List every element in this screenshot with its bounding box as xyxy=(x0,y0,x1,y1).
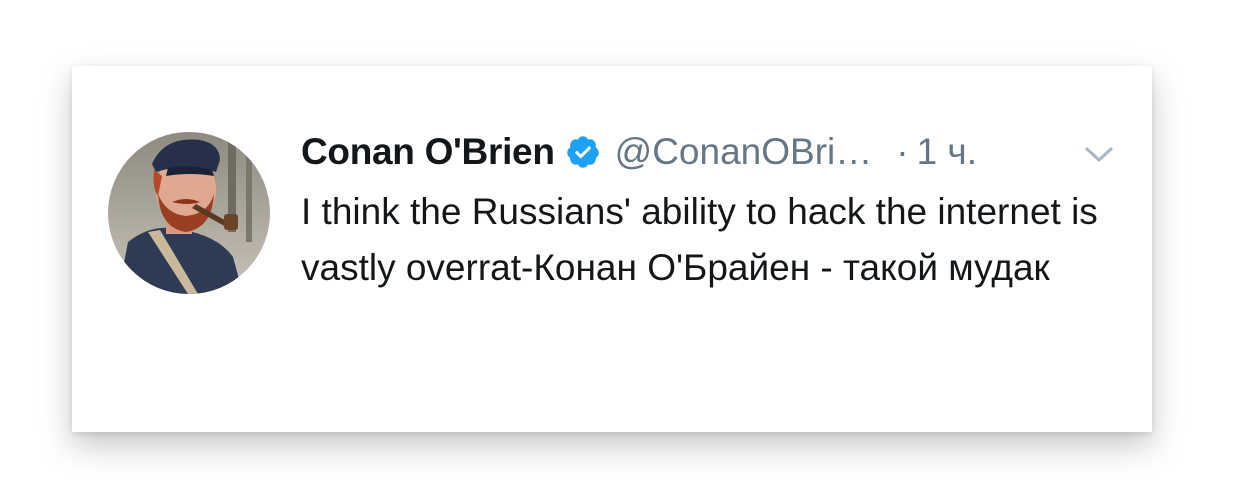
author-handle[interactable]: @ConanOBri… xyxy=(615,131,873,173)
tweet-text: I think the Russians' ability to hack th… xyxy=(301,191,1098,288)
avatar[interactable] xyxy=(108,132,270,294)
verified-badge-icon xyxy=(565,134,601,170)
chevron-down-icon[interactable] xyxy=(1084,146,1114,164)
author-name[interactable]: Conan O'Brien xyxy=(301,131,555,173)
avatar-image xyxy=(108,132,270,294)
tweet-header: Conan O'Brien @ConanOBri… · 1 ч. xyxy=(301,126,1122,178)
tweet-card[interactable]: Conan O'Brien @ConanOBri… · 1 ч. I think… xyxy=(72,66,1152,432)
timestamp[interactable]: 1 ч. xyxy=(917,131,977,173)
separator-dot: · xyxy=(896,131,909,172)
